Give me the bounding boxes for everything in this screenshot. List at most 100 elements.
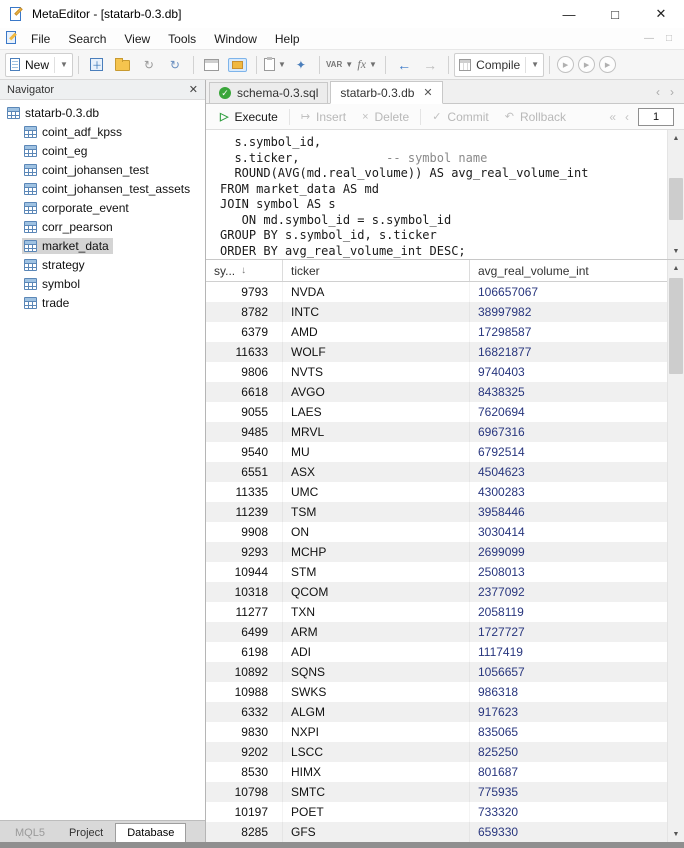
delete-button[interactable]: × Delete [354,106,417,128]
column-header-volume[interactable]: avg_real_volume_int [470,260,667,281]
tab-project[interactable]: Project [57,823,115,842]
scroll-down-icon[interactable]: ▼ [668,826,684,842]
table-row[interactable]: 10988 SWKS 986318 [206,682,667,702]
tree-item-trade[interactable]: trade [0,293,205,312]
scroll-thumb[interactable] [669,178,683,220]
menu-item-window[interactable]: Window [205,28,266,49]
page-number-input[interactable] [638,107,674,126]
start-debug-button[interactable]: ▶ [557,56,575,73]
execute-button[interactable]: ▷ Execute [212,106,286,128]
table-row[interactable]: 10798 SMTC 775935 [206,782,667,802]
tree-item-corr_pearson[interactable]: corr_pearson [0,217,205,236]
menu-item-tools[interactable]: Tools [159,28,205,49]
close-button[interactable]: ✕ [638,0,684,28]
compile-button[interactable]: Compile ▼ [454,52,545,77]
maximize-button[interactable]: □ [592,0,638,28]
styler-button[interactable]: ✦ [289,53,313,77]
table-row[interactable]: 11335 UMC 4300283 [206,482,667,502]
menu-item-search[interactable]: Search [59,28,115,49]
tree-item-coint_johansen_test[interactable]: coint_johansen_test [0,160,205,179]
menu-item-view[interactable]: View [115,28,159,49]
tree-item-corporate_event[interactable]: corporate_event [0,198,205,217]
table-row[interactable]: 9793 NVDA 106657067 [206,282,667,302]
table-row[interactable]: 10944 STM 2508013 [206,562,667,582]
commit-button[interactable]: ✓ Commit [424,106,497,128]
start-profiling-button[interactable]: ▶ [578,56,596,73]
tab-close-icon[interactable]: ✕ [423,86,432,99]
navigate-back-button[interactable]: ← [392,53,416,77]
rollback-button[interactable]: ↶ Rollback [497,106,574,128]
insert-button[interactable]: ↦ Insert [293,106,354,128]
first-page-icon[interactable]: « [609,110,616,124]
tree-item-market_data[interactable]: market_data [0,236,205,255]
table-row[interactable]: 10318 QCOM 2377092 [206,582,667,602]
table-row[interactable]: 9055 LAES 7620694 [206,402,667,422]
table-row[interactable]: 10197 POET 733320 [206,802,667,822]
new-project-button[interactable]: ＋ [85,53,109,77]
navigator-toggle-button[interactable] [226,53,250,77]
tree-root[interactable]: statarb-0.3.db [0,103,205,122]
table-row[interactable]: 8285 GFS 659330 [206,822,667,842]
table-row[interactable]: 8530 HIMX 801687 [206,762,667,782]
sql-editor[interactable]: s.symbol_id, s.ticker, -- symbol name RO… [206,130,667,259]
sql-scrollbar[interactable]: ▲ ▼ [667,130,684,259]
tab-database[interactable]: Database [115,823,187,842]
table-row[interactable]: 6332 ALGM 917623 [206,702,667,722]
tree-item-coint_adf_kpss[interactable]: coint_adf_kpss [0,122,205,141]
column-header-ticker[interactable]: ticker [283,260,470,281]
minimize-button[interactable]: — [546,0,592,28]
tree-item-symbol[interactable]: symbol [0,274,205,293]
chevron-right-icon[interactable]: › [670,85,674,99]
table-row[interactable]: 11633 WOLF 16821877 [206,342,667,362]
chevron-down-icon[interactable]: ▼ [60,60,68,69]
tab-mql5[interactable]: MQL5 [3,823,57,842]
chevron-down-icon[interactable]: ▼ [531,60,539,69]
table-row[interactable]: 6618 AVGO 8438325 [206,382,667,402]
table-row[interactable]: 10892 SQNS 1056657 [206,662,667,682]
table-row[interactable]: 6379 AMD 17298587 [206,322,667,342]
tree-item-coint_eg[interactable]: coint_eg [0,141,205,160]
tab-schema-sql[interactable]: ✓ schema-0.3.sql [209,82,329,103]
table-row[interactable]: 9806 NVTS 9740403 [206,362,667,382]
functions-button[interactable]: fx ▼ [355,53,379,77]
mdi-minimize-icon[interactable]: — [644,33,654,44]
chevron-left-icon[interactable]: ‹ [656,85,660,99]
start-test-button[interactable]: ▶ [599,56,617,73]
table-row[interactable]: 9293 MCHP 2699099 [206,542,667,562]
menu-item-file[interactable]: File [22,28,59,49]
cell-symbol-id: 9202 [206,742,283,762]
tab-statarb-db[interactable]: statarb-0.3.db ✕ [330,81,443,104]
table-row[interactable]: 6551 ASX 4504623 [206,462,667,482]
scroll-thumb[interactable] [669,278,683,374]
new-button[interactable]: New ▼ [5,52,73,77]
open-button[interactable] [111,53,135,77]
table-row[interactable]: 11277 TXN 2058119 [206,602,667,622]
results-scrollbar[interactable]: ▲ ▼ [667,260,684,842]
menu-item-help[interactable]: Help [266,28,309,49]
paste-button[interactable]: ▼ [263,53,287,77]
table-row[interactable]: 9202 LSCC 825250 [206,742,667,762]
table-row[interactable]: 9908 ON 3030414 [206,522,667,542]
scroll-up-icon[interactable]: ▲ [668,260,684,276]
compile-icon [459,58,472,71]
table-row[interactable]: 6499 ARM 1727727 [206,622,667,642]
window-layout-button[interactable] [200,53,224,77]
sync-button[interactable]: ↻ [137,53,161,77]
variables-button[interactable]: VAR ▼ [326,53,353,77]
tree-item-coint_johansen_test_assets[interactable]: coint_johansen_test_assets [0,179,205,198]
close-icon[interactable]: ✕ [189,83,198,96]
tree-item-strategy[interactable]: strategy [0,255,205,274]
prev-page-icon[interactable]: ‹ [625,110,629,124]
table-row[interactable]: 11239 TSM 3958446 [206,502,667,522]
navigate-forward-button[interactable]: → [418,53,442,77]
fetch-button[interactable]: ↻ [163,53,187,77]
scroll-up-icon[interactable]: ▲ [668,130,684,146]
scroll-down-icon[interactable]: ▼ [668,243,684,259]
table-row[interactable]: 6198 ADI 1117419 [206,642,667,662]
table-row[interactable]: 9830 NXPI 835065 [206,722,667,742]
table-row[interactable]: 9485 MRVL 6967316 [206,422,667,442]
table-row[interactable]: 8782 INTC 38997982 [206,302,667,322]
column-header-symbol-id[interactable]: sy... ↓ [206,260,283,281]
table-row[interactable]: 9540 MU 6792514 [206,442,667,462]
mdi-restore-icon[interactable]: □ [666,33,672,44]
